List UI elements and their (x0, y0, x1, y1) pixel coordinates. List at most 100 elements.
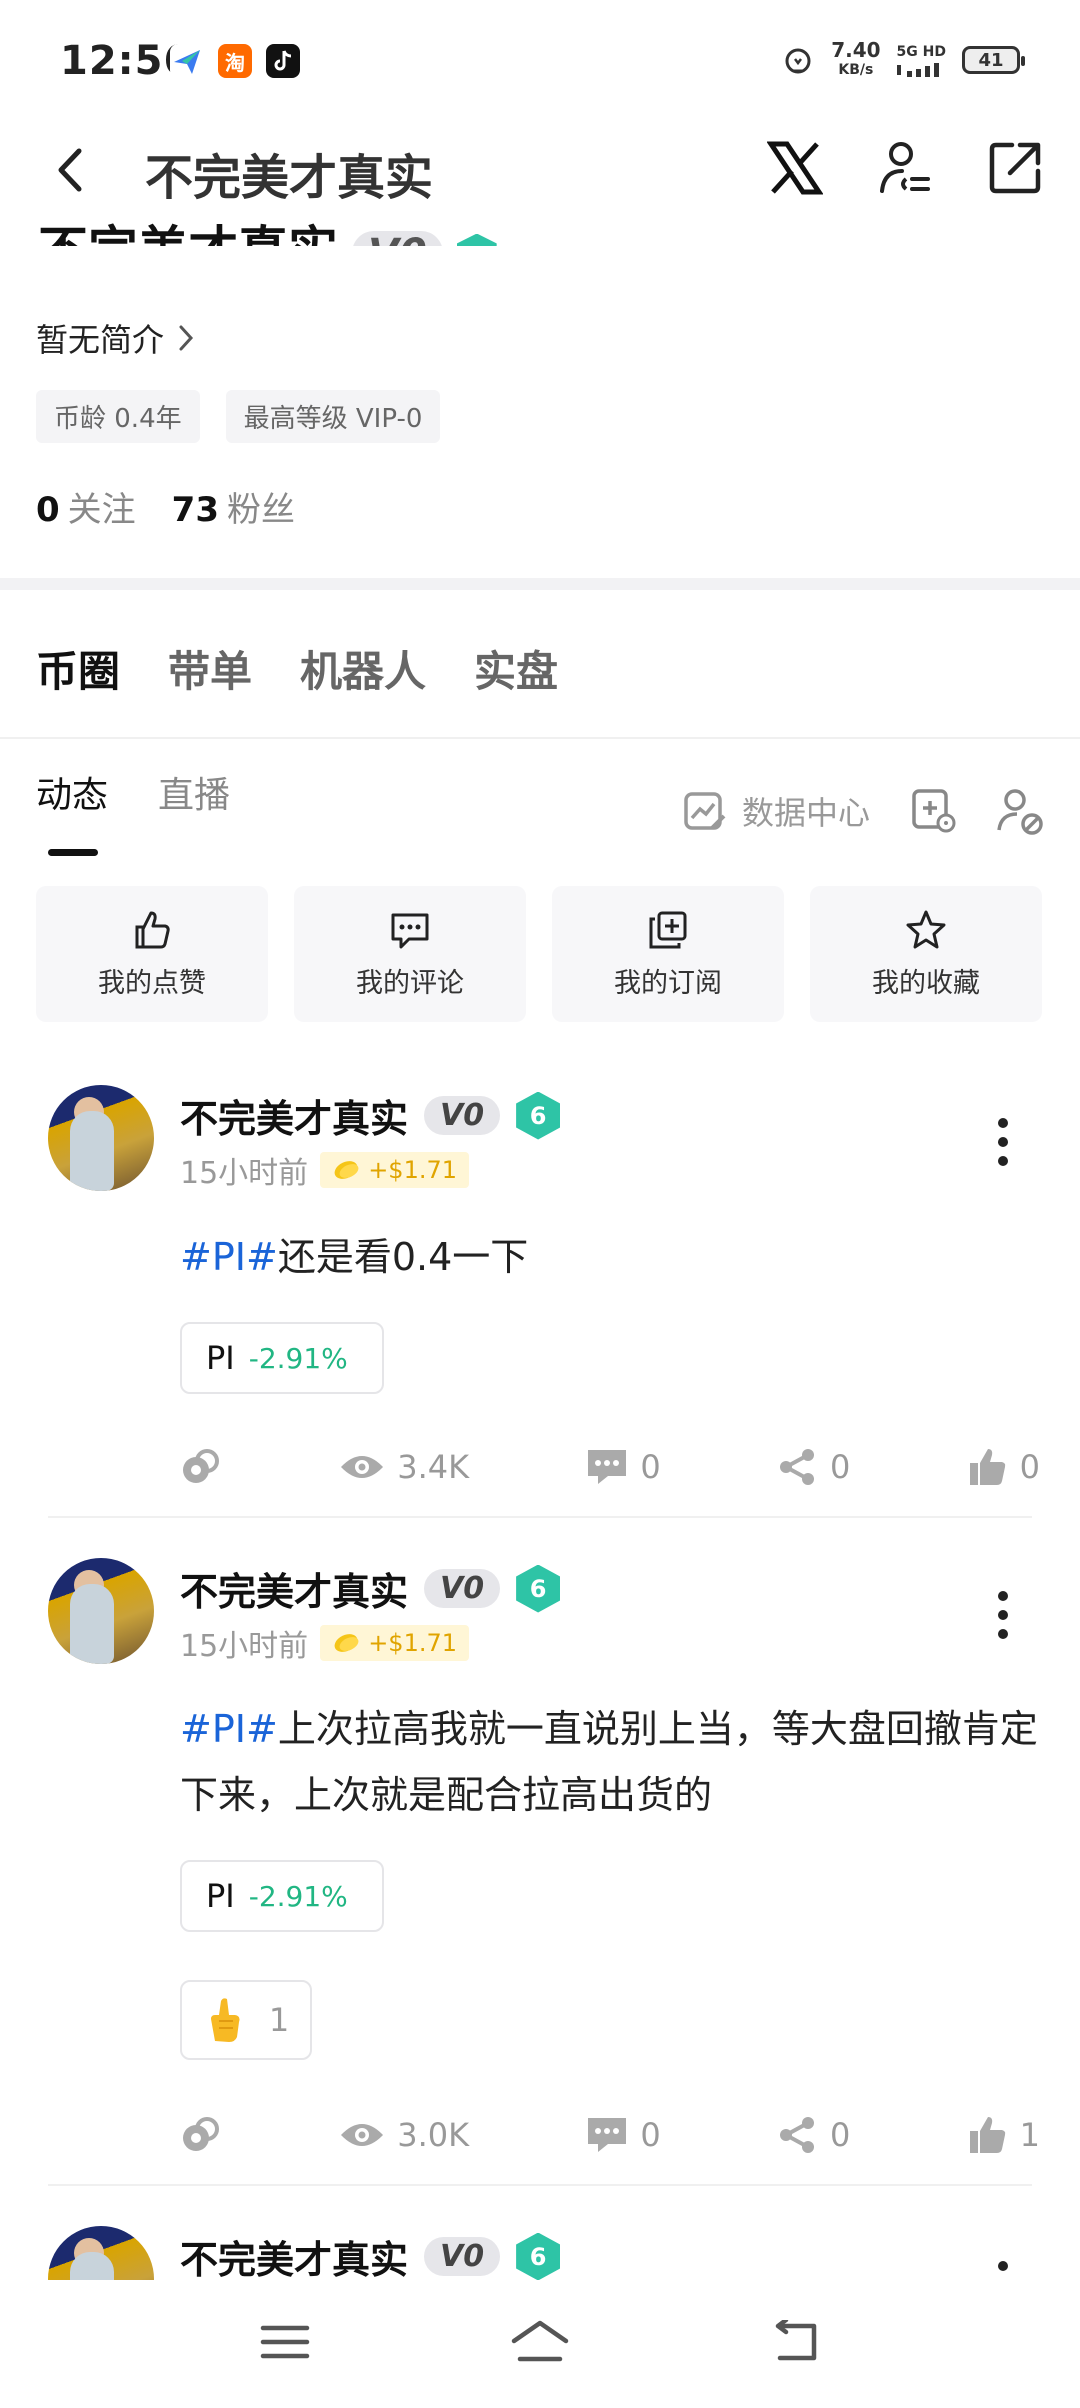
share-post-button[interactable]: 0 (778, 2115, 850, 2155)
user-settings-button[interactable] (872, 135, 938, 201)
x-share-button[interactable] (762, 135, 828, 201)
post-topic-tag[interactable]: #PI# (180, 1235, 278, 1279)
repost-button[interactable] (180, 1446, 222, 1488)
user-manage-button[interactable] (994, 785, 1046, 837)
post-actions: 3.0K 0 0 1 (180, 2114, 1040, 2156)
comments-button[interactable]: 0 (586, 1448, 661, 1486)
feishu-icon (170, 44, 204, 78)
like-button[interactable]: 1 (968, 2115, 1040, 2155)
my-favorites-label: 我的收藏 (872, 967, 980, 999)
data-center-label: 数据中心 (742, 794, 871, 832)
coin-symbol: PI (206, 1877, 235, 1915)
share-post-button[interactable]: 0 (778, 1447, 850, 1487)
coin-symbol: PI (206, 1339, 235, 1377)
post-more-button[interactable] (988, 1585, 1018, 1645)
post-avatar[interactable] (48, 1558, 154, 1664)
post-author-row: 不完美才真实 V0 6 (180, 1088, 561, 1143)
douyin-icon (266, 44, 300, 78)
post-divider (48, 2184, 1032, 2186)
my-subscriptions-button[interactable]: 我的订阅 (552, 886, 784, 1022)
post-more-button[interactable] (988, 1112, 1018, 1172)
emoji-reaction[interactable]: 1 (180, 1980, 312, 2060)
post-content: #PI#还是看0.4一下 (180, 1224, 1040, 1290)
tab-coin-circle[interactable]: 币圈 (36, 638, 120, 699)
vip-badge: V0 (424, 2237, 501, 2276)
post-time: 15小时前 (180, 1629, 309, 1664)
reaction-count: 1 (268, 2001, 290, 2039)
sub-tabs: 动态 直播 (36, 766, 230, 818)
system-nav-bar (0, 2280, 1080, 2408)
post-author-name[interactable]: 不完美才真实 (180, 1561, 408, 1616)
thumbs-up-filled-icon (969, 1449, 1005, 1485)
chevron-left-icon (58, 148, 82, 192)
views-count: 3.4K (339, 1448, 469, 1486)
back-arrow-icon (775, 2317, 817, 2361)
user-icon (880, 142, 930, 193)
tab-copy-trade[interactable]: 带单 (168, 638, 252, 699)
my-comments-button[interactable]: 我的评论 (294, 886, 526, 1022)
like-button[interactable]: 0 (968, 1447, 1040, 1487)
alarm-icon (785, 48, 811, 74)
post-text: 上次拉高我就一直说别上当，等大盘回撤肯定下来，上次就是配合拉高出货的 (180, 1707, 1038, 1817)
profile-name-row: 不完美才真实 V0 (38, 210, 497, 279)
post-topic-tag[interactable]: #PI# (180, 1707, 278, 1751)
eye-icon (341, 2124, 384, 2146)
repost-button[interactable] (180, 2114, 222, 2156)
tab-live[interactable]: 直播 (158, 766, 230, 818)
chart-edit-icon (684, 792, 726, 830)
profile-tags: 币龄 0.4年 最高等级 VIP-0 (36, 390, 441, 443)
back-nav-button[interactable] (770, 2317, 820, 2368)
bio-row[interactable]: 暂无简介 (36, 315, 194, 361)
comments-button[interactable]: 0 (586, 2116, 661, 2154)
add-post-button[interactable] (908, 785, 960, 837)
chevron-right-icon (179, 325, 194, 351)
status-app-icons: 淘 (170, 44, 300, 78)
post-time: 15小时前 (180, 1156, 309, 1191)
post-text: 还是看0.4一下 (277, 1235, 529, 1279)
tab-live-trading[interactable]: 实盘 (474, 638, 558, 699)
coin-stack-icon (334, 1634, 359, 1652)
post-author-name[interactable]: 不完美才真实 (180, 2229, 408, 2284)
vip-badge: V0 (424, 1569, 501, 1608)
coin-tag[interactable]: PI -2.91% (180, 1860, 384, 1932)
vip-badge: V0 (352, 230, 443, 246)
profile-name: 不完美才真实 (38, 221, 338, 279)
subscribe-icon (649, 911, 687, 948)
home-nav-button[interactable] (510, 2319, 570, 2369)
thumbs-up-emoji-icon (210, 1998, 240, 2042)
coin-change: -2.91% (248, 1341, 348, 1375)
following-stat[interactable]: 0 关注 (36, 482, 136, 531)
taobao-icon: 淘 (218, 44, 252, 78)
header-title: 不完美才真实 (145, 150, 434, 206)
coin-tag[interactable]: PI -2.91% (180, 1322, 384, 1394)
thumbs-up-filled-icon (969, 2117, 1005, 2153)
status-right: 7.40 KB/s 5G HD 41 (781, 38, 1025, 80)
network-indicator: 5G HD (896, 43, 946, 77)
repost-icon (183, 1449, 219, 1483)
share-button[interactable] (982, 135, 1048, 201)
menu-nav-button[interactable] (260, 2322, 310, 2366)
coin-change: -2.91% (248, 1879, 348, 1913)
coin-age-tag: 币龄 0.4年 (36, 390, 200, 443)
share-icon (779, 2117, 814, 2153)
data-center-button[interactable]: 数据中心 (682, 788, 870, 834)
section-divider (0, 578, 1080, 590)
follow-stats: 0 关注 73 粉丝 (36, 482, 295, 531)
back-button[interactable] (55, 145, 105, 195)
post-author-name[interactable]: 不完美才真实 (180, 1088, 408, 1143)
home-icon (511, 2320, 569, 2362)
my-likes-button[interactable]: 我的点赞 (36, 886, 268, 1022)
tab-feed[interactable]: 动态 (36, 766, 108, 818)
level-badge: 6 (516, 2232, 561, 2281)
my-favorites-button[interactable]: 我的收藏 (810, 886, 1042, 1022)
post-meta: 15小时前 +$1.71 (180, 1148, 470, 1192)
followers-stat[interactable]: 73 粉丝 (172, 482, 295, 531)
views-count: 3.0K (339, 2116, 469, 2154)
tab-bots[interactable]: 机器人 (300, 638, 426, 699)
network-speed: 7.40 KB/s (831, 38, 881, 78)
post-meta: 15小时前 +$1.71 (180, 1621, 470, 1665)
post-actions: 3.4K 0 0 0 (180, 1446, 1040, 1488)
post-divider (48, 1516, 1032, 1518)
battery-indicator: 41 (962, 46, 1025, 74)
post-avatar[interactable] (48, 1085, 154, 1191)
